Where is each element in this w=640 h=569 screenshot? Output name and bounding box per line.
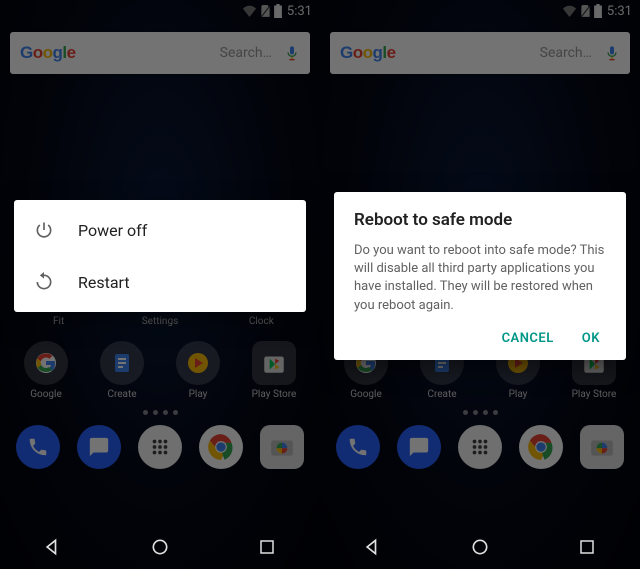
dialog-title: Reboot to safe mode [354,210,606,230]
nav-recents[interactable] [557,538,617,556]
restart-item[interactable]: Restart [14,256,306,308]
nav-bar [0,525,320,569]
restart-icon [34,272,54,292]
ok-button[interactable]: OK [582,331,600,346]
restart-label: Restart [78,273,130,292]
dialog-body: Do you want to reboot into safe mode? Th… [354,242,606,315]
nav-home[interactable] [130,537,190,557]
power-off-label: Power off [78,221,147,240]
nav-back[interactable] [23,537,83,557]
phone-right: 5:31 Google Search… Fit Settings Clock G… [320,0,640,569]
power-off-item[interactable]: Power off [14,204,306,256]
nav-back[interactable] [343,537,403,557]
nav-home[interactable] [450,537,510,557]
dialog-actions: CANCEL OK [354,331,606,352]
safe-mode-dialog: Reboot to safe mode Do you want to reboo… [334,192,626,360]
phone-left: 5:31 Google Search… Fit Settings Clock G… [0,0,320,569]
power-icon [34,220,54,240]
nav-bar [320,525,640,569]
nav-recents[interactable] [237,538,297,556]
power-menu: Power off Restart [14,200,306,312]
cancel-button[interactable]: CANCEL [502,331,554,346]
